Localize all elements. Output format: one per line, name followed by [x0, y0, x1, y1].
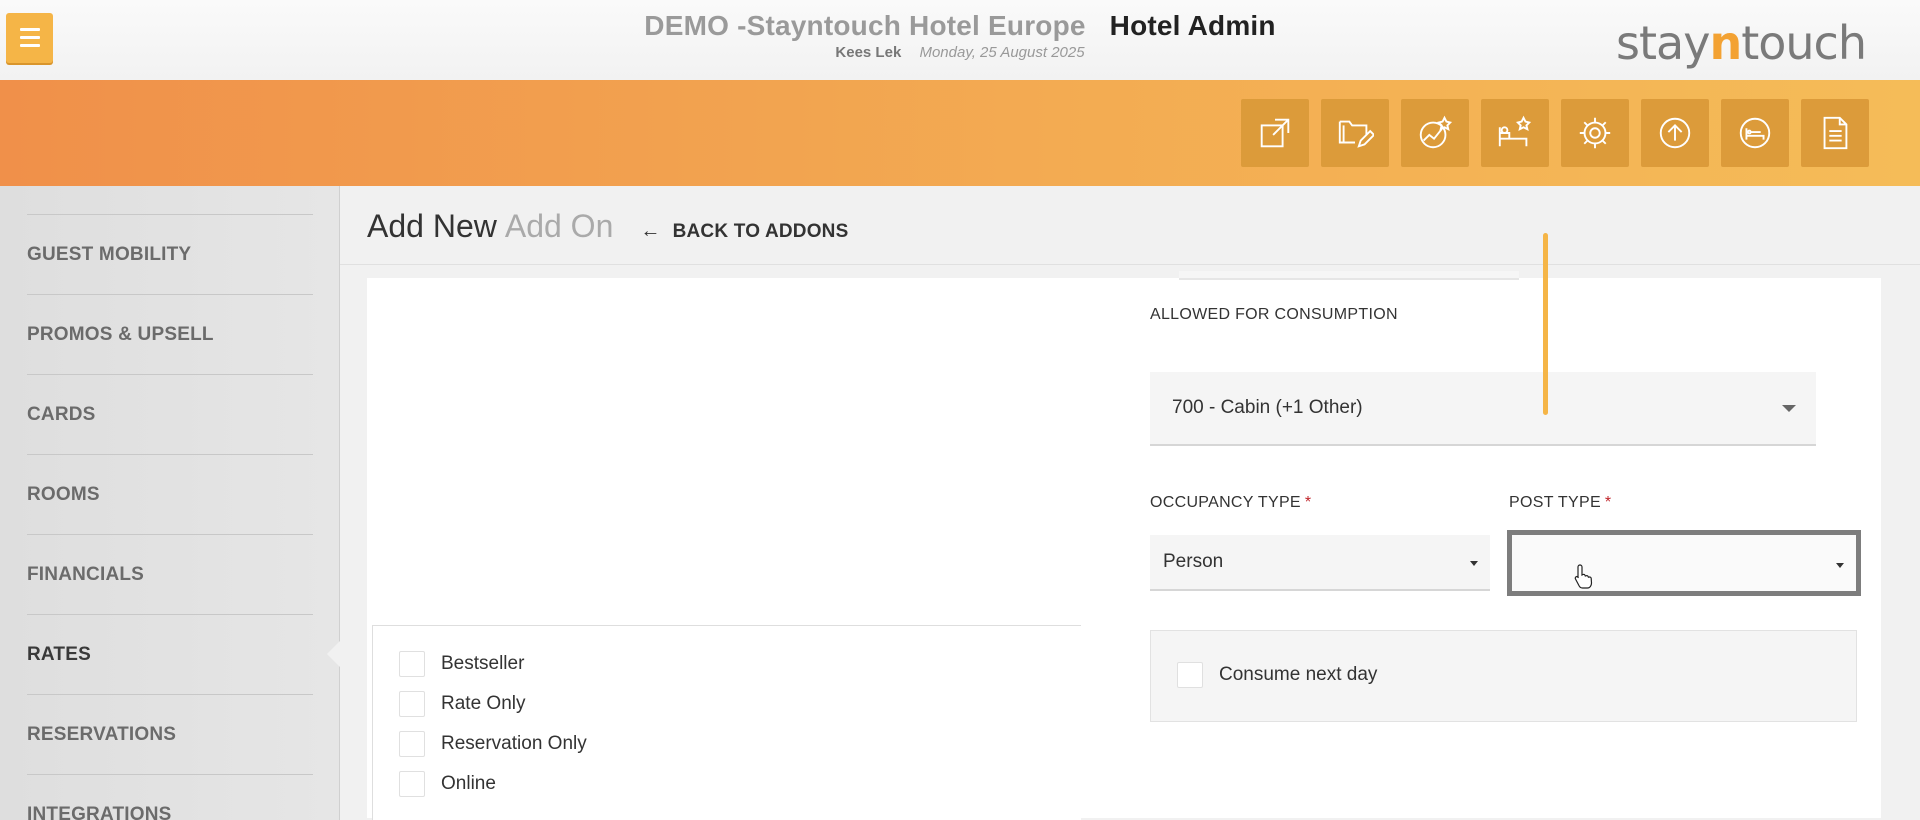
- post-type-label: POST TYPE *: [1509, 494, 1611, 512]
- tool-settings[interactable]: [1561, 99, 1629, 167]
- back-to-addons-link[interactable]: ← BACK TO ADDONS: [640, 220, 848, 243]
- rate-only-option[interactable]: Rate Only: [399, 691, 525, 717]
- upload-circle-icon: [1659, 117, 1691, 149]
- logo-part-n: n: [1709, 16, 1742, 70]
- consume-next-day-label: Consume next day: [1219, 664, 1378, 685]
- page-header: Add New Add On ← BACK TO ADDONS: [367, 208, 848, 245]
- sidebar-item-label: ROOMS: [27, 483, 100, 505]
- chevron-down-icon: [1782, 405, 1796, 412]
- required-mark: *: [1604, 494, 1612, 511]
- user-name: Kees Lek: [835, 44, 902, 61]
- post-type-label-text: POST TYPE: [1509, 494, 1601, 511]
- occupancy-type-label: OCCUPANCY TYPE *: [1150, 494, 1311, 512]
- online-label: Online: [441, 773, 496, 794]
- required-mark: *: [1304, 494, 1312, 511]
- occupancy-type-label-text: OCCUPANCY TYPE: [1150, 494, 1301, 511]
- sidebar-item-rates[interactable]: RATES: [27, 614, 313, 694]
- folder-edit-icon: [1338, 120, 1374, 148]
- active-item-indicator: [327, 640, 341, 668]
- sidebar-item-cards[interactable]: CARDS: [27, 374, 313, 454]
- bestseller-label: Bestseller: [441, 653, 525, 674]
- top-header: DEMO -Stayntouch Hotel Europe Hotel Admi…: [0, 0, 1920, 80]
- main-content: Add New Add On ← BACK TO ADDONS ALLOWED …: [340, 186, 1920, 820]
- tool-bed-circle[interactable]: [1721, 99, 1789, 167]
- tool-document[interactable]: [1801, 99, 1869, 167]
- sidebar-item-label: FINANCIALS: [27, 563, 145, 585]
- business-date: Monday, 25 August 2025: [919, 44, 1085, 61]
- reservation-only-option[interactable]: Reservation Only: [399, 731, 587, 757]
- sidebar-item-label: CARDS: [27, 403, 96, 425]
- occupancy-type-select[interactable]: Person: [1150, 535, 1490, 591]
- reservation-only-label: Reservation Only: [441, 733, 587, 754]
- rate-only-label: Rate Only: [441, 693, 526, 714]
- stayntouch-logo: stayntouch: [1616, 16, 1867, 70]
- sidebar-item-label: GUEST MOBILITY: [27, 243, 192, 265]
- toolbar: [1241, 99, 1869, 167]
- sidebar-item-label: RATES: [27, 643, 91, 665]
- sidebar-item-rooms[interactable]: ROOMS: [27, 454, 313, 534]
- allowed-for-consumption-select[interactable]: 700 - Cabin (+1 Other): [1150, 372, 1816, 446]
- document-icon: [1823, 116, 1848, 150]
- chevron-down-icon: [1470, 561, 1478, 566]
- sidebar-item-integrations[interactable]: INTEGRATIONS: [27, 774, 313, 820]
- app-name: Hotel Admin: [1109, 10, 1276, 41]
- bed-star-icon: [1498, 115, 1532, 147]
- sidebar-item-financials[interactable]: FINANCIALS: [27, 534, 313, 614]
- sidebar-menu: GUEST MOBILITY PROMOS & UPSELL CARDS ROO…: [27, 214, 313, 820]
- logo-part-stay: stay: [1616, 16, 1710, 70]
- bestseller-checkbox[interactable]: [399, 651, 425, 677]
- tool-folder-edit[interactable]: [1321, 99, 1389, 167]
- allowed-for-consumption-value: 700 - Cabin (+1 Other): [1172, 397, 1363, 418]
- hand-cursor-icon: [1573, 563, 1595, 594]
- scrollbar[interactable]: [1543, 233, 1548, 415]
- page-subtitle: Add On: [504, 208, 614, 244]
- tool-external-link[interactable]: [1241, 99, 1309, 167]
- gear-icon: [1579, 117, 1611, 149]
- consume-next-day-checkbox[interactable]: [1177, 662, 1203, 688]
- allowed-for-consumption-label: ALLOWED FOR CONSUMPTION: [1150, 306, 1398, 323]
- arrow-left-icon: ←: [640, 220, 661, 242]
- page-title: Add New: [367, 208, 497, 244]
- logo-part-touch: touch: [1741, 16, 1867, 70]
- previous-field[interactable]: [1179, 271, 1519, 280]
- online-checkbox[interactable]: [399, 771, 425, 797]
- reservation-only-checkbox[interactable]: [399, 731, 425, 757]
- tool-bed-star[interactable]: [1481, 99, 1549, 167]
- sidebar-item-label: PROMOS & UPSELL: [27, 323, 214, 345]
- consume-next-day-option[interactable]: Consume next day: [1177, 662, 1377, 688]
- options-box: Bestseller Rate Only Reservation Only On…: [372, 625, 1081, 820]
- bestseller-option[interactable]: Bestseller: [399, 651, 524, 677]
- bed-circle-icon: [1739, 117, 1771, 149]
- divider: [340, 264, 1920, 265]
- chart-star-icon: [1419, 115, 1453, 149]
- tool-upload[interactable]: [1641, 99, 1709, 167]
- occupancy-type-value: Person: [1163, 551, 1224, 572]
- sidebar-item-promos-upsell[interactable]: PROMOS & UPSELL: [27, 294, 313, 374]
- hotel-name: DEMO -Stayntouch Hotel Europe: [644, 10, 1086, 41]
- form-panel: ALLOWED FOR CONSUMPTION 700 - Cabin (+1 …: [367, 271, 1881, 820]
- rate-only-checkbox[interactable]: [399, 691, 425, 717]
- sidebar-item-label: INTEGRATIONS: [27, 803, 172, 820]
- sidebar-item-label: RESERVATIONS: [27, 723, 177, 745]
- post-type-select[interactable]: [1507, 530, 1861, 596]
- tool-chart-star[interactable]: [1401, 99, 1469, 167]
- sidebar-item-guest-mobility[interactable]: GUEST MOBILITY: [27, 214, 313, 294]
- consume-next-day-box: Consume next day: [1150, 630, 1857, 722]
- chevron-down-icon: [1836, 563, 1844, 568]
- sidebar-item-reservations[interactable]: RESERVATIONS: [27, 694, 313, 774]
- sidebar: GUEST MOBILITY PROMOS & UPSELL CARDS ROO…: [0, 186, 340, 820]
- back-link-label: BACK TO ADDONS: [672, 220, 849, 242]
- external-link-icon: [1260, 118, 1290, 148]
- online-option[interactable]: Online: [399, 771, 496, 797]
